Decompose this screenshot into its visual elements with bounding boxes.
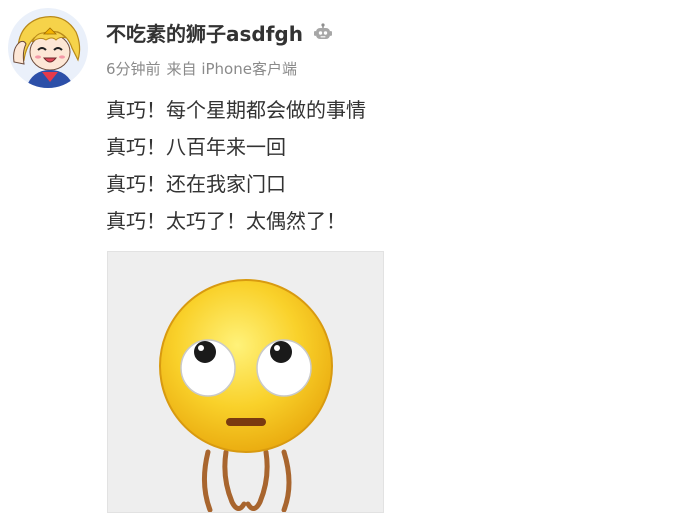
post-line: 真巧！还在我家门口 — [106, 172, 286, 196]
post-image[interactable] — [107, 251, 384, 513]
post-line: 真巧！太巧了！太偶然了！ — [106, 209, 346, 233]
post-source[interactable]: 来自 iPhone客户端 — [167, 60, 297, 78]
author-row: 不吃素的狮子asdfgh — [106, 18, 334, 46]
anime-girl-avatar-icon — [8, 8, 88, 88]
rolling-eyes-emoji-icon — [159, 279, 333, 512]
post-line: 真巧！八百年来一回 — [106, 135, 286, 159]
post-meta: 6分钟前 来自 iPhone客户端 — [106, 58, 297, 79]
robot-badge-icon[interactable] — [312, 21, 334, 43]
post-line: 真巧！每个星期都会做的事情 — [106, 98, 366, 122]
weibo-post: 不吃素的狮子asdfgh 6分钟前 来自 iPhone客户端 真巧！每个星期都会做… — [0, 0, 690, 513]
avatar[interactable] — [8, 8, 88, 88]
post-time[interactable]: 6分钟前 — [106, 60, 161, 78]
author-name[interactable]: 不吃素的狮子asdfgh — [106, 18, 303, 47]
post-content: 真巧！每个星期都会做的事情 真巧！八百年来一回 真巧！还在我家门口 真巧！太巧了… — [106, 92, 366, 240]
